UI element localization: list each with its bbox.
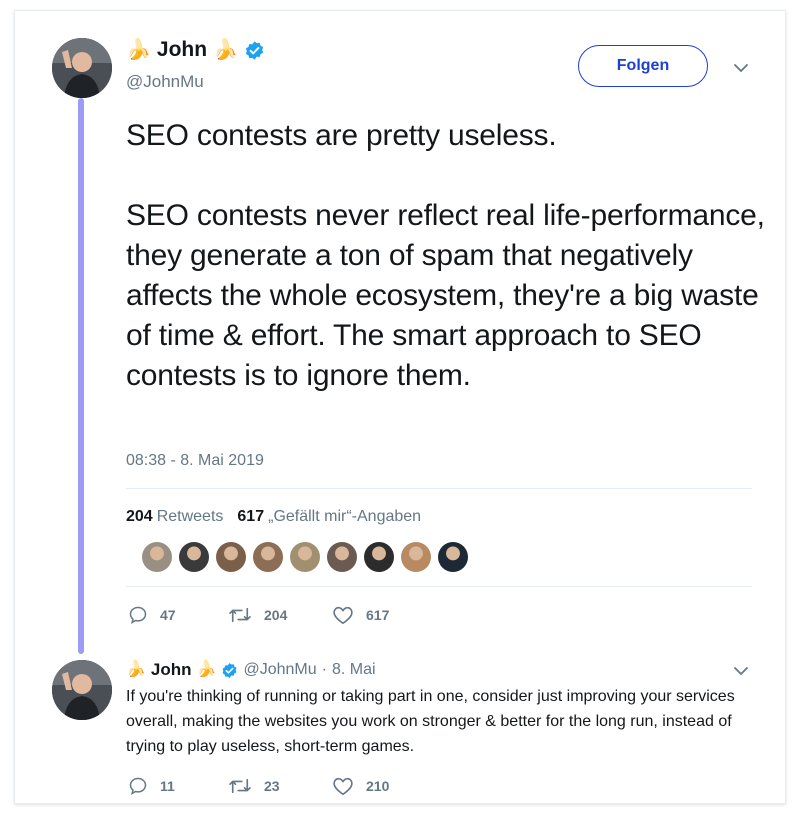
heart-icon	[333, 606, 353, 625]
liker-avatar[interactable]	[253, 542, 283, 572]
like-stat[interactable]: 617 „Gefällt mir“-Angaben	[237, 508, 421, 526]
reply-date[interactable]: 8. Mai	[332, 661, 376, 679]
chevron-down-icon[interactable]	[733, 62, 749, 74]
meta-separator: ·	[321, 661, 327, 678]
retweet-count: 204	[126, 508, 153, 525]
engagement-stats: 204 Retweets 617 „Gefällt mir“-Angaben	[126, 508, 421, 526]
retweet-label: Retweets	[156, 508, 224, 525]
liker-avatar[interactable]	[142, 542, 172, 572]
like-action[interactable]: 617	[332, 605, 436, 625]
liker-avatar[interactable]	[179, 542, 209, 572]
reply-actions: 11 23 210	[128, 776, 436, 796]
author-avatar[interactable]	[52, 38, 112, 98]
like-action-count: 617	[366, 607, 390, 623]
reply-header: 🍌 John 🍌 @JohnMu · 8. Mai	[126, 660, 376, 680]
banana-icon: 🍌	[213, 39, 238, 61]
verified-badge-icon	[223, 662, 237, 678]
like-count: 617	[237, 508, 265, 525]
liker-avatar[interactable]	[327, 542, 357, 572]
retweet-icon	[229, 607, 251, 623]
banana-icon: 🍌	[196, 661, 217, 678]
thread-connector	[78, 98, 84, 654]
reply-action[interactable]: 11	[128, 776, 232, 796]
retweet-action-count: 23	[264, 778, 280, 794]
heart-icon	[333, 777, 353, 796]
banana-icon: 🍌	[126, 661, 146, 678]
like-action[interactable]: 210	[332, 776, 436, 796]
retweet-icon	[229, 778, 251, 794]
verified-badge-icon	[245, 40, 264, 60]
tweet-text: SEO contests are pretty useless. SEO con…	[126, 119, 765, 392]
reply-icon	[129, 777, 147, 796]
reply-count: 11	[160, 778, 175, 794]
liker-avatar[interactable]	[216, 542, 246, 572]
retweet-stat[interactable]: 204 Retweets	[126, 508, 223, 526]
follow-button[interactable]: Folgen	[578, 45, 708, 87]
liker-avatar[interactable]	[290, 542, 320, 572]
divider	[126, 586, 752, 587]
reply-author-name[interactable]: John	[151, 660, 192, 680]
author-name[interactable]: John	[157, 38, 207, 62]
author-name-row[interactable]: 🍌 John 🍌	[126, 38, 265, 62]
retweet-action[interactable]: 204	[228, 605, 332, 625]
reply-action[interactable]: 47	[128, 605, 232, 625]
divider	[126, 488, 752, 489]
reply-icon	[129, 606, 147, 625]
like-label: „Gefällt mir“-Angaben	[268, 508, 422, 525]
reply-count: 47	[160, 607, 176, 623]
tweet-actions: 47 204 617	[128, 605, 436, 625]
banana-icon: 🍌	[126, 39, 151, 61]
chevron-down-icon[interactable]	[733, 665, 749, 677]
tweet-timestamp[interactable]: 08:38 - 8. Mai 2019	[126, 452, 264, 470]
reply-text: If you're thinking of running or taking …	[126, 688, 735, 755]
retweet-action-count: 204	[264, 607, 288, 623]
liker-avatar[interactable]	[438, 542, 468, 572]
liker-avatar[interactable]	[364, 542, 394, 572]
liker-avatar[interactable]	[401, 542, 431, 572]
reply-author-avatar[interactable]	[52, 660, 112, 720]
reply-author-handle[interactable]: @JohnMu	[243, 661, 316, 679]
retweet-action[interactable]: 23	[228, 776, 332, 796]
like-action-count: 210	[366, 778, 390, 794]
liker-avatars	[142, 542, 468, 572]
author-handle[interactable]: @JohnMu	[126, 72, 204, 92]
